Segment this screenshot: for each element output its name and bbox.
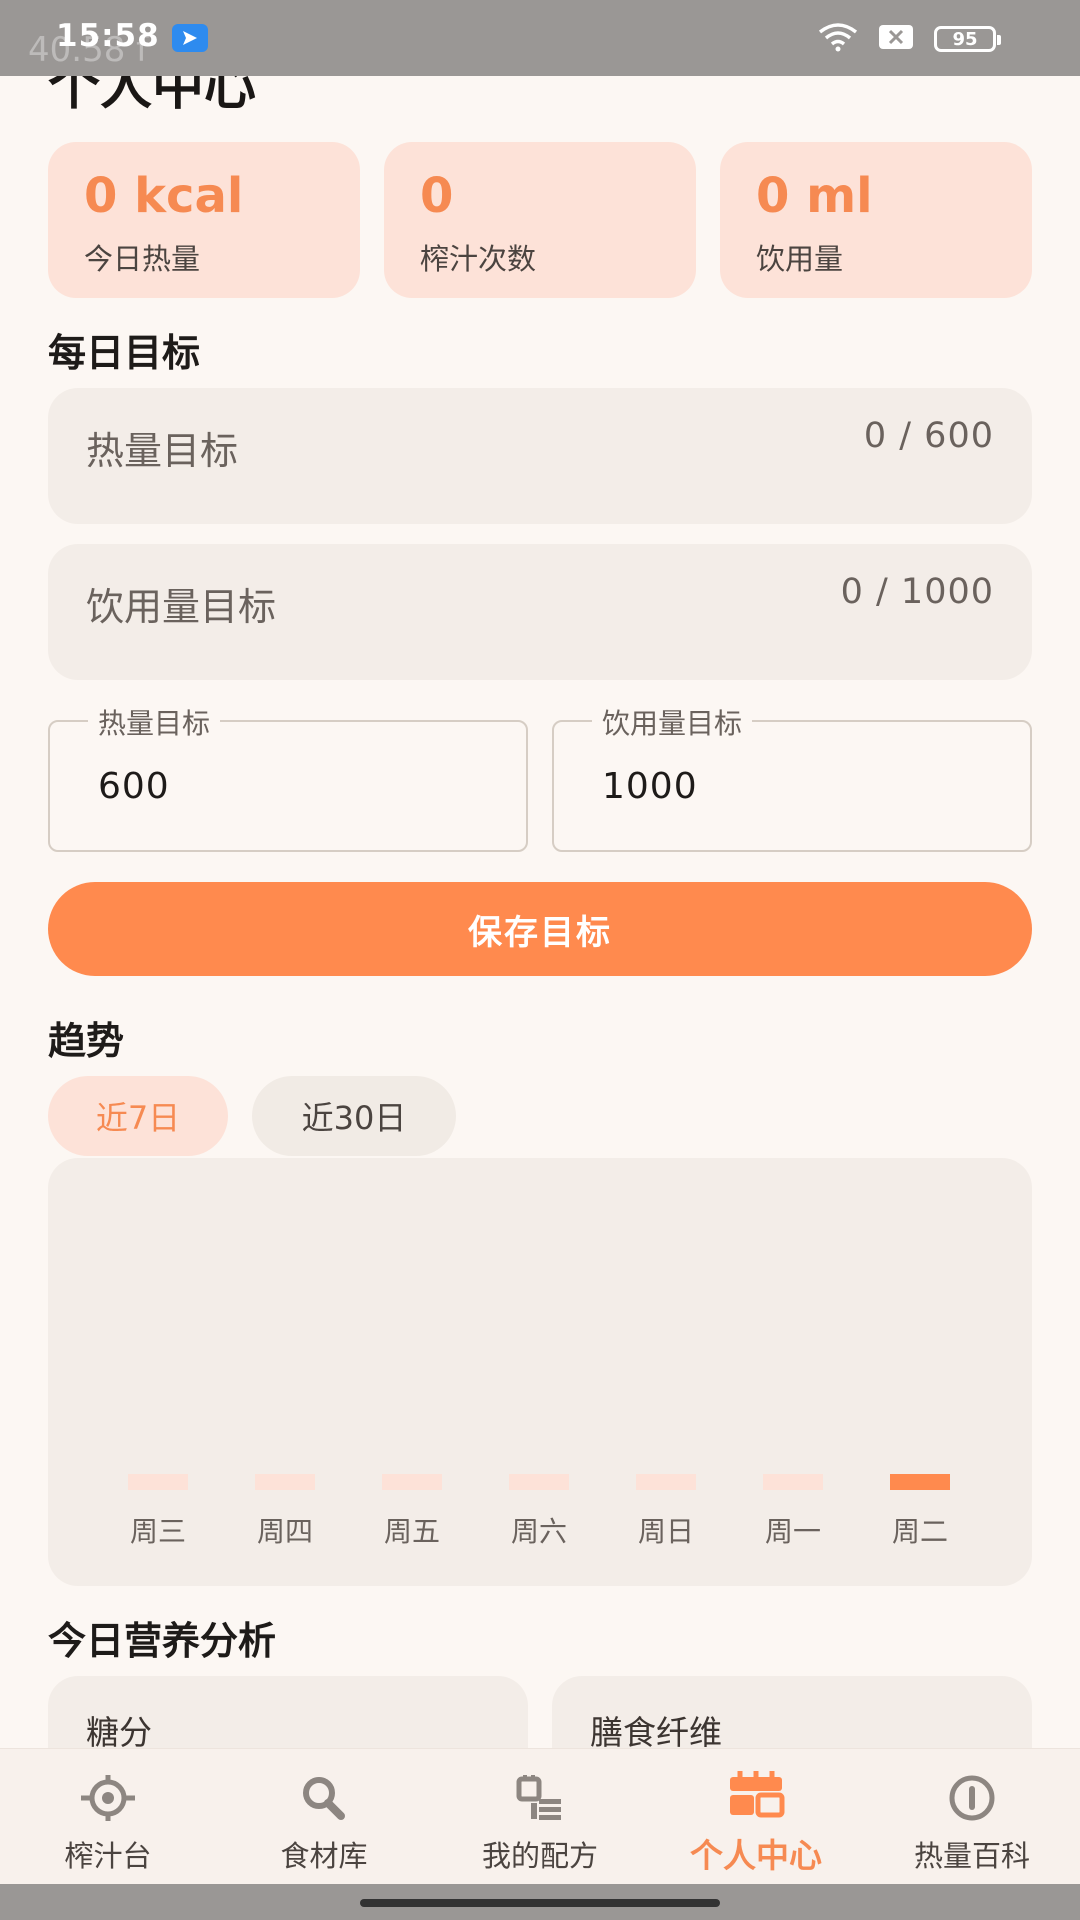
nav-label: 我的配方 [481,1839,598,1873]
chart-bar [890,1474,950,1490]
chart-x-label: 周二 [892,1515,948,1548]
home-indicator[interactable] [360,1899,720,1907]
goal-name: 热量目标 [86,429,239,473]
info-icon [943,1773,1001,1827]
battery-indicator: 95 [934,26,1001,52]
wifi-icon [818,22,858,56]
chart-bar [382,1474,442,1490]
stat-value: 0 ml [756,168,873,224]
nav-item-ingredients[interactable]: 食材库 [216,1749,432,1884]
nutrition-card-title: 膳食纤维 [590,1713,722,1752]
nav-label: 热量百科 [913,1839,1030,1873]
juicer-icon [79,1773,137,1827]
screen: 40.58 f 15:58 95 个人中心 0 kcal 今日热量 0 榨汁次数… [0,0,1080,1920]
stat-label: 今日热量 [84,242,201,276]
nav-item-juicer[interactable]: 榨汁台 [0,1749,216,1884]
goal-progress: 0 / 1000 [840,572,994,612]
status-time: 15:58 [56,18,160,54]
intake-goal-field[interactable]: 饮用量目标 1000 [552,702,1032,852]
chart-x-label: 周五 [384,1515,440,1548]
profile-icon [726,1769,786,1823]
nav-item-recipes[interactable]: 我的配方 [432,1749,648,1884]
chart-bar [255,1474,315,1490]
stat-card-juice-count: 0 榨汁次数 [384,142,696,298]
chart-bar [128,1474,188,1490]
chart-x-label: 周日 [638,1515,694,1548]
trend-chart: 周三 周四 周五 周六 周日 周一 周二 [48,1158,1032,1586]
field-label: 饮用量目标 [592,702,753,742]
section-title-daily-goals: 每日目标 [48,331,201,375]
nav-item-encyclopedia[interactable]: 热量百科 [864,1749,1080,1884]
tab-7-days[interactable]: 近7日 [48,1076,228,1156]
goal-name: 饮用量目标 [86,585,277,629]
stat-card-intake: 0 ml 饮用量 [720,142,1032,298]
chart-bar [763,1474,823,1490]
intake-goal-input[interactable]: 1000 [602,766,698,807]
nav-label: 个人中心 [690,1836,822,1875]
chart-x-label: 周一 [765,1515,821,1548]
status-bar: 40.58 f 15:58 95 [0,0,1080,76]
stat-value: 0 kcal [84,168,244,224]
chart-x-label: 周六 [511,1515,567,1548]
notification-app-icon [172,24,208,52]
calorie-goal-input[interactable]: 600 [98,766,170,807]
sim-off-icon [878,24,914,54]
goal-row-intake: 饮用量目标 0 / 1000 [48,544,1032,680]
goal-progress: 0 / 600 [863,416,994,456]
field-label: 热量目标 [88,702,221,742]
nav-label: 食材库 [280,1839,368,1873]
nutrition-card-title: 糖分 [86,1713,152,1752]
calorie-goal-field[interactable]: 热量目标 600 [48,702,528,852]
section-title-trend: 趋势 [48,1019,125,1063]
stat-label: 饮用量 [756,242,844,276]
chart-bar [509,1474,569,1490]
recipe-icon [511,1773,569,1827]
nav-item-profile[interactable]: 个人中心 [648,1749,864,1884]
bottom-nav: 榨汁台 食材库 我的配方 个人中心 热量百科 [0,1748,1080,1884]
section-title-nutrition: 今日营养分析 [48,1619,277,1663]
save-goals-button[interactable]: 保存目标 [48,882,1032,976]
nav-label: 榨汁台 [64,1839,152,1873]
stat-label: 榨汁次数 [420,242,537,276]
stat-value: 0 [420,168,454,224]
trend-chart-svg: 周三 周四 周五 周六 周日 周一 周二 [128,1474,950,1548]
stat-card-calories: 0 kcal 今日热量 [48,142,360,298]
chart-x-label: 周三 [130,1515,186,1548]
tab-30-days[interactable]: 近30日 [252,1076,456,1156]
chart-bar [636,1474,696,1490]
chart-x-label: 周四 [257,1515,313,1548]
search-icon [295,1773,353,1827]
goal-row-calories: 热量目标 0 / 600 [48,388,1032,524]
